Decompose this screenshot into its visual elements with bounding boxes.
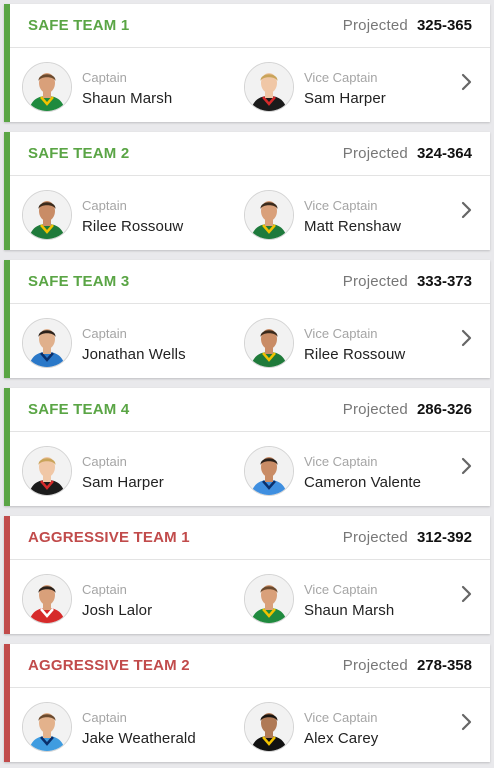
player-avatar-icon — [244, 574, 294, 624]
vice-captain-name: Shaun Marsh — [304, 602, 395, 619]
player-avatar-icon — [244, 702, 294, 752]
vice-captain-player[interactable]: Vice Captain Shaun Marsh — [244, 574, 444, 624]
captain-name: Rilee Rossouw — [82, 218, 184, 235]
player-avatar-icon — [22, 62, 72, 112]
projected-label: Projected — [342, 401, 408, 418]
projected-range: 333-373 — [416, 273, 472, 290]
vice-captain-role-label: Vice Captain — [304, 198, 378, 213]
team-card-body[interactable]: Captain Josh Lalor Vice Captain Shaun Marsh — [10, 560, 490, 633]
vice-captain-name: Matt Renshaw — [304, 218, 402, 235]
projected-score: Projected 325-365 — [343, 17, 472, 34]
vice-captain-role-label: Vice Captain — [304, 70, 378, 85]
projected-label: Projected — [342, 657, 408, 674]
team-name: SAFE TEAM 3 — [28, 273, 130, 290]
team-card-header: SAFE TEAM 4 Projected 286-326 — [10, 388, 490, 432]
captain-player[interactable]: Captain Jonathan Wells — [22, 318, 222, 368]
player-avatar-icon — [244, 446, 294, 496]
projected-range: 286-326 — [416, 401, 472, 418]
vice-captain-player[interactable]: Vice Captain Alex Carey — [244, 702, 444, 752]
captain-name: Shaun Marsh — [82, 90, 173, 107]
vice-captain-name: Alex Carey — [304, 730, 379, 747]
team-name: SAFE TEAM 2 — [28, 145, 130, 162]
team-card-header: SAFE TEAM 3 Projected 333-373 — [10, 260, 490, 304]
projected-score: Projected 324-364 — [343, 145, 472, 162]
team-card[interactable]: AGGRESSIVE TEAM 1 Projected 312-392 Captain… — [4, 516, 490, 634]
projected-score: Projected 278-358 — [343, 657, 472, 674]
captain-role-label: Captain — [82, 70, 127, 85]
chevron-right-icon[interactable] — [460, 329, 474, 347]
chevron-right-icon[interactable] — [460, 713, 474, 731]
team-card-body[interactable]: Captain Shaun Marsh Vice Captain Sam Harper — [10, 48, 490, 121]
projected-score: Projected 286-326 — [343, 401, 472, 418]
player-avatar-icon — [244, 318, 294, 368]
player-avatar-icon — [22, 446, 72, 496]
projected-range: 312-392 — [416, 529, 472, 546]
captain-player[interactable]: Captain Rilee Rossouw — [22, 190, 222, 240]
team-name: SAFE TEAM 1 — [28, 17, 130, 34]
captain-role-label: Captain — [82, 198, 127, 213]
vice-captain-player[interactable]: Vice Captain Matt Renshaw — [244, 190, 444, 240]
projected-label: Projected — [342, 145, 408, 162]
projected-range: 325-365 — [416, 17, 472, 34]
captain-player[interactable]: Captain Jake Weatherald — [22, 702, 222, 752]
team-card-body[interactable]: Captain Rilee Rossouw Vice Captain Matt Ren… — [10, 176, 490, 249]
vice-captain-player[interactable]: Vice Captain Rilee Rossouw — [244, 318, 444, 368]
projected-label: Projected — [342, 529, 408, 546]
team-card[interactable]: SAFE TEAM 4 Projected 286-326 Captain Sam Ha… — [4, 388, 490, 506]
captain-name: Jonathan Wells — [82, 346, 186, 363]
projected-range: 278-358 — [416, 657, 472, 674]
team-card-header: AGGRESSIVE TEAM 2 Projected 278-358 — [10, 644, 490, 688]
vice-captain-role-label: Vice Captain — [304, 582, 378, 597]
team-card[interactable]: SAFE TEAM 2 Projected 324-364 Captain Rilee … — [4, 132, 490, 250]
player-avatar-icon — [22, 702, 72, 752]
team-card[interactable]: AGGRESSIVE TEAM 2 Projected 278-358 Captain… — [4, 644, 490, 762]
team-card-header: AGGRESSIVE TEAM 1 Projected 312-392 — [10, 516, 490, 560]
captain-player[interactable]: Captain Josh Lalor — [22, 574, 222, 624]
chevron-right-icon[interactable] — [460, 73, 474, 91]
projected-score: Projected 312-392 — [343, 529, 472, 546]
team-card-body[interactable]: Captain Sam Harper Vice Captain Cameron Val… — [10, 432, 490, 505]
vice-captain-name: Rilee Rossouw — [304, 346, 406, 363]
team-name: AGGRESSIVE TEAM 2 — [28, 657, 190, 674]
captain-player[interactable]: Captain Shaun Marsh — [22, 62, 222, 112]
player-avatar-icon — [244, 190, 294, 240]
vice-captain-name: Sam Harper — [304, 90, 386, 107]
captain-role-label: Captain — [82, 710, 127, 725]
team-card-header: SAFE TEAM 1 Projected 325-365 — [10, 4, 490, 48]
projected-label: Projected — [342, 17, 408, 34]
vice-captain-player[interactable]: Vice Captain Cameron Valente — [244, 446, 444, 496]
captain-name: Jake Weatherald — [82, 730, 196, 747]
team-name: SAFE TEAM 4 — [28, 401, 130, 418]
chevron-right-icon[interactable] — [460, 201, 474, 219]
vice-captain-role-label: Vice Captain — [304, 326, 378, 341]
vice-captain-player[interactable]: Vice Captain Sam Harper — [244, 62, 444, 112]
projected-score: Projected 333-373 — [343, 273, 472, 290]
team-card[interactable]: SAFE TEAM 1 Projected 325-365 Captain Shaun … — [4, 4, 490, 122]
projected-range: 324-364 — [416, 145, 472, 162]
chevron-right-icon[interactable] — [460, 585, 474, 603]
player-avatar-icon — [22, 318, 72, 368]
captain-player[interactable]: Captain Sam Harper — [22, 446, 222, 496]
vice-captain-role-label: Vice Captain — [304, 710, 378, 725]
team-card-header: SAFE TEAM 2 Projected 324-364 — [10, 132, 490, 176]
team-name: AGGRESSIVE TEAM 1 — [28, 529, 190, 546]
captain-name: Josh Lalor — [82, 602, 153, 619]
vice-captain-role-label: Vice Captain — [304, 454, 378, 469]
team-card-body[interactable]: Captain Jake Weatherald Vice Captain Alex C… — [10, 688, 490, 761]
player-avatar-icon — [22, 574, 72, 624]
player-avatar-icon — [22, 190, 72, 240]
vice-captain-name: Cameron Valente — [304, 474, 422, 491]
captain-role-label: Captain — [82, 454, 127, 469]
team-card-body[interactable]: Captain Jonathan Wells Vice Captain Rilee R… — [10, 304, 490, 377]
captain-role-label: Captain — [82, 326, 127, 341]
team-suggestions-list: SAFE TEAM 1 Projected 325-365 Captain Shaun … — [0, 0, 494, 768]
chevron-right-icon[interactable] — [460, 457, 474, 475]
captain-name: Sam Harper — [82, 474, 164, 491]
team-card[interactable]: SAFE TEAM 3 Projected 333-373 Captain Jonath… — [4, 260, 490, 378]
captain-role-label: Captain — [82, 582, 127, 597]
player-avatar-icon — [244, 62, 294, 112]
projected-label: Projected — [342, 273, 408, 290]
